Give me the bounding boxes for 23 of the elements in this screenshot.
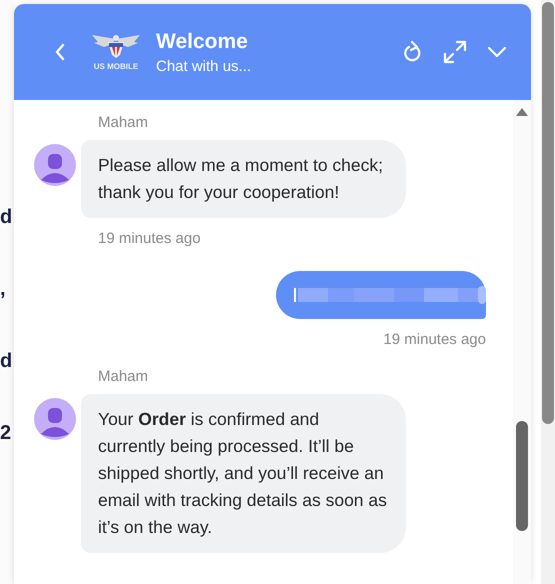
sender-name: Maham (98, 114, 150, 131)
refresh-icon (403, 41, 423, 63)
sender-name: Maham (98, 368, 150, 385)
scrollbar-thumb[interactable] (516, 421, 528, 531)
background-text: , (0, 277, 7, 301)
background-text: 2 (0, 421, 12, 445)
message-time: 19 minutes ago (98, 230, 202, 247)
message-bubble: Please allow me a moment to check; thank you for your cooperation! (81, 140, 406, 218)
back-icon (54, 43, 66, 61)
background-text: d (0, 205, 14, 229)
expand-icon (443, 40, 467, 64)
background-text: d (0, 349, 14, 373)
logo-text: US MOBILE (94, 62, 138, 71)
chevron-down-icon (487, 46, 507, 58)
chat-subtitle: Chat with us... (156, 58, 252, 74)
message-time: 19 minutes ago (383, 331, 486, 348)
eagle-logo-icon (90, 33, 142, 59)
chat-title: Welcome (156, 30, 249, 54)
message-bubble: Your Order is confirmed and currently being processed. It’ll be shipped shortly, and you’ll receive an email with tracking details as soon as it’s on the way. (81, 394, 406, 553)
scroll-up-icon[interactable] (515, 107, 529, 117)
page-scrollbar-thumb[interactable] (542, 2, 554, 424)
avatar-icon (34, 398, 76, 440)
avatar-icon (34, 144, 76, 186)
